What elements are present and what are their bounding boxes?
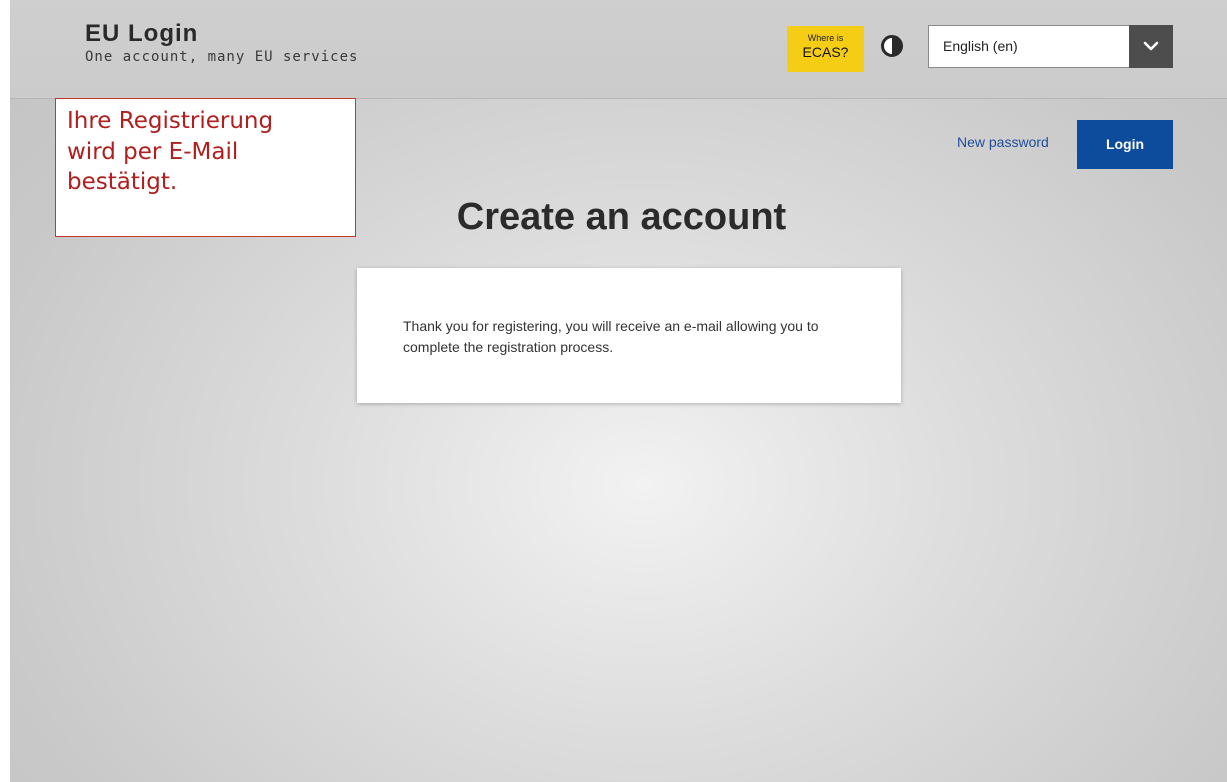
contrast-icon[interactable]	[881, 35, 903, 57]
confirmation-card: Thank you for registering, you will rece…	[357, 268, 901, 403]
page-title: Create an account	[456, 196, 787, 238]
ecas-badge-small-text: Where is	[807, 33, 844, 43]
browser-viewport: EU Login One account, many EU services W…	[10, 0, 1227, 782]
ecas-badge-big-text: ECAS?	[802, 44, 849, 60]
language-selected-value: English (en)	[943, 38, 1018, 54]
brand-title: EU Login	[85, 20, 199, 47]
where-is-ecas-button[interactable]: Where is ECAS?	[787, 26, 864, 72]
annotation-text: Ihre Registrierung wird per E-Mail bestä…	[67, 108, 274, 195]
language-dropdown-button[interactable]	[1129, 25, 1173, 68]
brand[interactable]: EU Login One account, many EU services	[85, 20, 358, 66]
site-header: EU Login One account, many EU services W…	[10, 0, 1227, 99]
left-edge	[0, 0, 10, 782]
brand-subtitle: One account, many EU services	[85, 49, 359, 65]
new-password-link[interactable]: New password	[957, 134, 1049, 150]
confirmation-message: Thank you for registering, you will rece…	[403, 318, 819, 355]
language-select[interactable]: English (en)	[928, 25, 1173, 68]
login-button[interactable]: Login	[1077, 120, 1173, 169]
chevron-down-icon	[1143, 41, 1159, 51]
